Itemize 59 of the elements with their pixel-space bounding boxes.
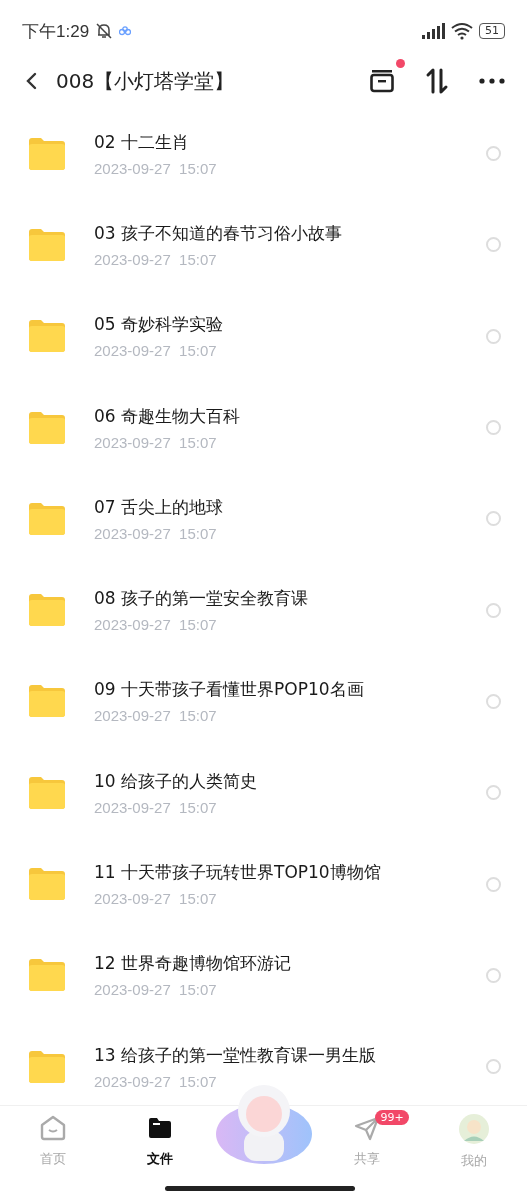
select-checkbox[interactable] [486,693,501,709]
modified-date: 2023-09-27 15:07 [94,707,218,725]
folder-name[interactable]: 06 奇趣生物大百科 [94,404,486,428]
avatar [458,1114,489,1144]
folder-icon [27,1049,67,1084]
folder-name[interactable]: 12 世界奇趣博物馆环游记 [94,952,486,976]
folder-icon [27,501,67,536]
select-checkbox[interactable] [486,328,501,344]
modified-date: 2023-09-27 15:07 [94,342,218,360]
nav-tab[interactable]: 文件 [106,1106,214,1176]
folder-icon [27,958,67,993]
folder-name[interactable]: 11 十天带孩子玩转世界TOP10博物馆 [94,861,486,884]
folder-icon [27,684,67,719]
archive-icon[interactable] [369,69,395,93]
cloud-icon [119,26,132,36]
modified-date: 2023-09-27 15:07 [94,250,218,268]
folder-icon [27,319,67,354]
select-checkbox[interactable] [486,237,501,253]
folder-title: 008【小灯塔学堂】 [56,67,235,95]
folder-name[interactable]: 08 孩子的第一堂安全教育课 [94,587,486,611]
select-checkbox[interactable] [486,967,501,983]
clock: 下午1:29 [22,20,90,43]
modified-date: 2023-09-27 15:07 [94,981,218,999]
count-badge: 99+ [375,1110,409,1125]
select-checkbox[interactable] [486,1059,501,1075]
battery-level: 51 [479,23,505,39]
select-checkbox[interactable] [486,511,501,527]
folder-icon [27,775,67,810]
folder-icon [27,136,67,171]
folder-icon [27,593,67,628]
folder-icon [27,867,67,901]
wifi-icon [451,22,473,40]
folder-name[interactable]: 10 给孩子的人类简史 [94,769,486,793]
folder-name[interactable]: 02 十二生肖 [94,130,486,154]
home-icon [39,1114,68,1142]
modified-date: 2023-09-27 15:07 [94,524,218,542]
folder-name[interactable]: 13 给孩子的第一堂性教育课一男生版 [94,1043,486,1067]
nav-tab[interactable]: 共享 99+ [313,1106,421,1176]
bell-off-icon [95,22,114,40]
folder-name[interactable]: 09 十天带孩子看懂世界POP10名画 [94,678,486,702]
folder-icon [27,410,67,445]
modified-date: 2023-09-27 15:07 [94,616,218,634]
modified-date: 2023-09-27 15:07 [94,890,218,907]
select-checkbox[interactable] [486,785,501,801]
modified-date: 2023-09-27 15:07 [94,1072,218,1090]
signal-icon [421,22,445,40]
modified-date: 2023-09-27 15:07 [94,433,218,451]
folder-name[interactable]: 03 孩子不知道的春节习俗小故事 [94,221,486,245]
select-checkbox[interactable] [486,602,501,618]
select-checkbox[interactable] [486,420,501,436]
folder-name[interactable]: 05 奇妙科学实验 [94,313,486,337]
more-icon[interactable] [479,78,505,84]
modified-date: 2023-09-27 15:07 [94,159,218,177]
modified-date: 2023-09-27 15:07 [94,798,218,816]
folder-icon [27,227,67,262]
select-checkbox[interactable] [486,876,501,892]
folder-name[interactable]: 07 舌尖上的地球 [94,495,486,519]
select-checkbox[interactable] [486,146,501,162]
sort-icon[interactable] [425,68,449,94]
